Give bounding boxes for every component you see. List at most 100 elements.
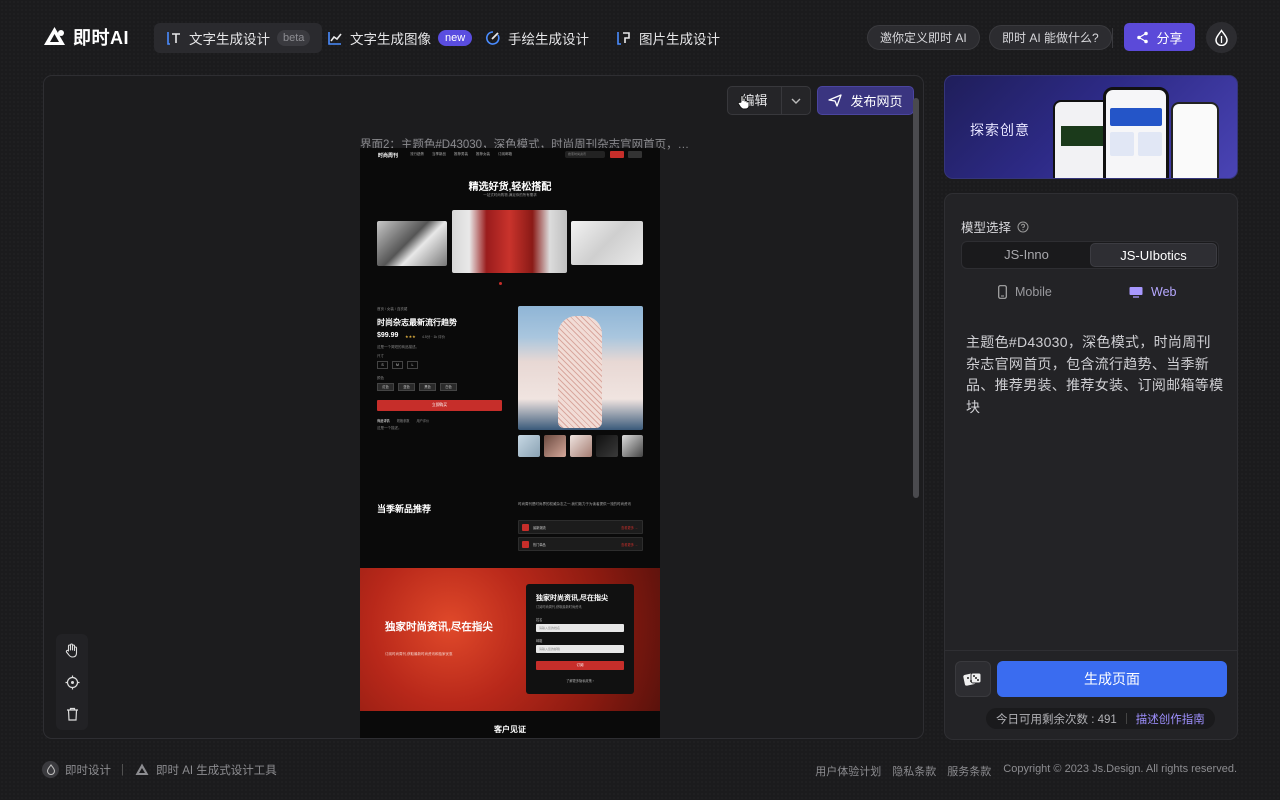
preview-subscribe-form: 独家时尚资讯,尽在指尖 订阅时尚周刊,获取最新时尚资讯 姓名 请输入您的姓名 邮… (526, 584, 634, 694)
model-option-js-inno[interactable]: JS-Inno (963, 243, 1090, 267)
preview-form-link: 了解更多隐私政策 › (566, 679, 594, 683)
preview-carousel-dot (499, 282, 502, 285)
device-option-web[interactable]: Web (1129, 285, 1176, 299)
generation-panel: 模型选择 JS-Inno JS-UIbotics Mobile Web 主题色#… (944, 193, 1238, 740)
delete-tool[interactable] (62, 704, 82, 724)
preview-description: 这是一个简短的商品描述。 (377, 345, 419, 349)
model-option-js-uibotics[interactable]: JS-UIbotics (1090, 243, 1217, 267)
preview-size-option: M (392, 361, 403, 369)
footer-links: 用户体验计划 隐私条款 服务条款 Copyright © 2023 Js.Des… (815, 763, 1237, 779)
drop-icon (1215, 29, 1228, 46)
tab-sketch-to-design[interactable]: 手绘生成设计 (473, 23, 601, 53)
preview-thumbnail (518, 435, 540, 457)
footer-link-ux-plan[interactable]: 用户体验计划 (815, 763, 881, 779)
preview-rating-text: 4.5分 · 1k 评价 (422, 335, 446, 339)
preview-hero-title: 精选好货,轻松搭配 (468, 182, 552, 193)
preview-color-option: 蓝色 (398, 383, 415, 391)
footer-brand: 即时设计 | 即时 AI 生成式设计工具 (42, 761, 277, 778)
dice-icon (963, 672, 982, 686)
tab-label: 图片生成设计 (639, 32, 720, 47)
device-label: Mobile (1015, 285, 1052, 299)
preview-size-label: 尺寸 (377, 354, 384, 358)
share-button[interactable]: 分享 (1124, 23, 1195, 51)
locate-tool[interactable] (62, 672, 82, 692)
preview-nav-link: 流行趋势 (410, 152, 424, 156)
quota-divider (1125, 713, 1127, 724)
preview-carousel-image (452, 210, 567, 273)
chart-image-icon (328, 32, 342, 45)
device-option-mobile[interactable]: Mobile (998, 285, 1052, 299)
canvas-toolbar (56, 634, 88, 730)
hand-tool[interactable] (62, 640, 82, 660)
footer-link-terms[interactable]: 服务条款 (947, 763, 991, 779)
hand-icon (65, 642, 78, 658)
preview-brand: 时尚周刊 (378, 153, 399, 159)
preview-form-subtitle: 订阅时尚周刊,获取最新时尚资讯 (536, 605, 582, 609)
crosshair-icon (65, 675, 79, 689)
preview-carousel-image (377, 221, 447, 266)
tab-image-to-design[interactable]: 图片生成设计 (604, 23, 732, 53)
invite-button[interactable]: 邀你定义即时 AI (867, 25, 980, 50)
preview-product-tab: 商品详情 (377, 419, 390, 423)
help-icon[interactable] (1017, 221, 1029, 233)
preview-product-image (518, 306, 643, 430)
preview-color-option: 白色 (440, 383, 457, 391)
canvas-scrollbar[interactable] (913, 98, 919, 498)
user-avatar[interactable] (1206, 22, 1237, 53)
explore-ideas-banner[interactable]: 探索创意 (944, 75, 1238, 179)
preview-rating-stars: ★★★ (405, 334, 416, 339)
design-canvas[interactable]: 界面2：主题色#D43030，深色模式，时尚周刊杂志官网首页，… 编辑 发布网页… (43, 75, 924, 739)
preview-nav-links: 流行趋势 当季新品 推荐男装 推荐女装 订阅邮箱 (410, 152, 512, 157)
preview-tab-text: 这是一个描述。 (377, 426, 402, 430)
preview-color-option: 黑色 (419, 383, 436, 391)
preview-list-row: 热门单品 查看更多 → (518, 537, 643, 551)
guide-link[interactable]: 描述创作指南 (1136, 711, 1205, 727)
preview-buy-button: 立即购买 (377, 400, 502, 411)
preview-hero-subtitle: 一站式时尚购物,满足你的所有需求 (483, 193, 537, 197)
footer-brand-text[interactable]: 即时设计 (65, 762, 111, 778)
preview-nav-link: 当季新品 (432, 152, 446, 156)
preview-subscribe-banner: 独家时尚资讯,尽在指尖 订阅时尚周刊,获取最新时尚资讯和独家优惠 独家时尚资讯,… (360, 568, 660, 711)
preview-breadcrumb: 首页 / 女装 / 连衣裙 (377, 307, 408, 311)
preview-register-button (628, 151, 642, 158)
beta-badge: beta (277, 30, 311, 46)
publish-button[interactable]: 发布网页 (817, 86, 914, 115)
preview-price: $99.99 (377, 332, 399, 339)
image-design-icon (617, 32, 630, 45)
text-design-icon (167, 32, 180, 45)
top-navigation-bar: 即时AI 文字生成设计 beta 文字生成图像 new 手绘生成设计 图片生成设… (0, 0, 1280, 75)
phone-mockup (1171, 102, 1219, 178)
preview-size-option: S (377, 361, 388, 369)
sketch-icon (486, 31, 500, 45)
jsdesign-logo-icon (42, 761, 59, 778)
generate-page-button[interactable]: 生成页面 (997, 661, 1227, 697)
phone-mockup (1103, 87, 1169, 178)
preview-product-tab: 规格参数 (396, 419, 410, 423)
preview-section-title: 当季新品推荐 (377, 504, 432, 514)
preview-search: 搜索时尚资讯 (565, 151, 605, 158)
tab-text-to-image[interactable]: 文字生成图像 new (315, 23, 484, 53)
what-can-do-button[interactable]: 即时 AI 能做什么? (989, 25, 1112, 50)
logo[interactable]: 即时AI (42, 24, 129, 50)
preview-login-button (610, 151, 624, 158)
preview-color-label: 颜色 (377, 376, 384, 380)
generated-page-preview[interactable]: 时尚周刊 流行趋势 当季新品 推荐男装 推荐女装 订阅邮箱 搜索时尚资讯 精选好… (360, 148, 660, 738)
tab-text-to-design[interactable]: 文字生成设计 beta (154, 23, 323, 53)
preview-banner-title: 独家时尚资讯,尽在指尖 (385, 621, 493, 633)
model-segmented-control: JS-Inno JS-UIbotics (961, 241, 1219, 269)
preview-form-label: 邮箱 (536, 639, 543, 643)
preview-nav-link: 订阅邮箱 (498, 152, 512, 156)
model-select-label: 模型选择 (961, 217, 1029, 236)
prompt-textarea[interactable]: 主题色#D43030，深色模式，时尚周刊杂志官网首页，包含流行趋势、当季新品、推… (966, 332, 1224, 418)
footer-link-privacy[interactable]: 隐私条款 (892, 763, 936, 779)
footer-tool-text: 即时 AI 生成式设计工具 (156, 764, 277, 777)
random-prompt-button[interactable] (955, 661, 991, 697)
hand-cursor-icon (737, 94, 751, 110)
preview-thumbnail (622, 435, 643, 457)
preview-row-icon (522, 541, 529, 548)
preview-form-input: 请输入您的姓名 (536, 624, 624, 632)
edit-menu-toggle[interactable] (782, 98, 810, 104)
preview-product-tabs: 商品详情 规格参数 用户评价 (377, 418, 429, 423)
preview-form-input: 请输入您的邮箱 (536, 645, 624, 653)
explore-label: 探索创意 (970, 122, 1030, 138)
